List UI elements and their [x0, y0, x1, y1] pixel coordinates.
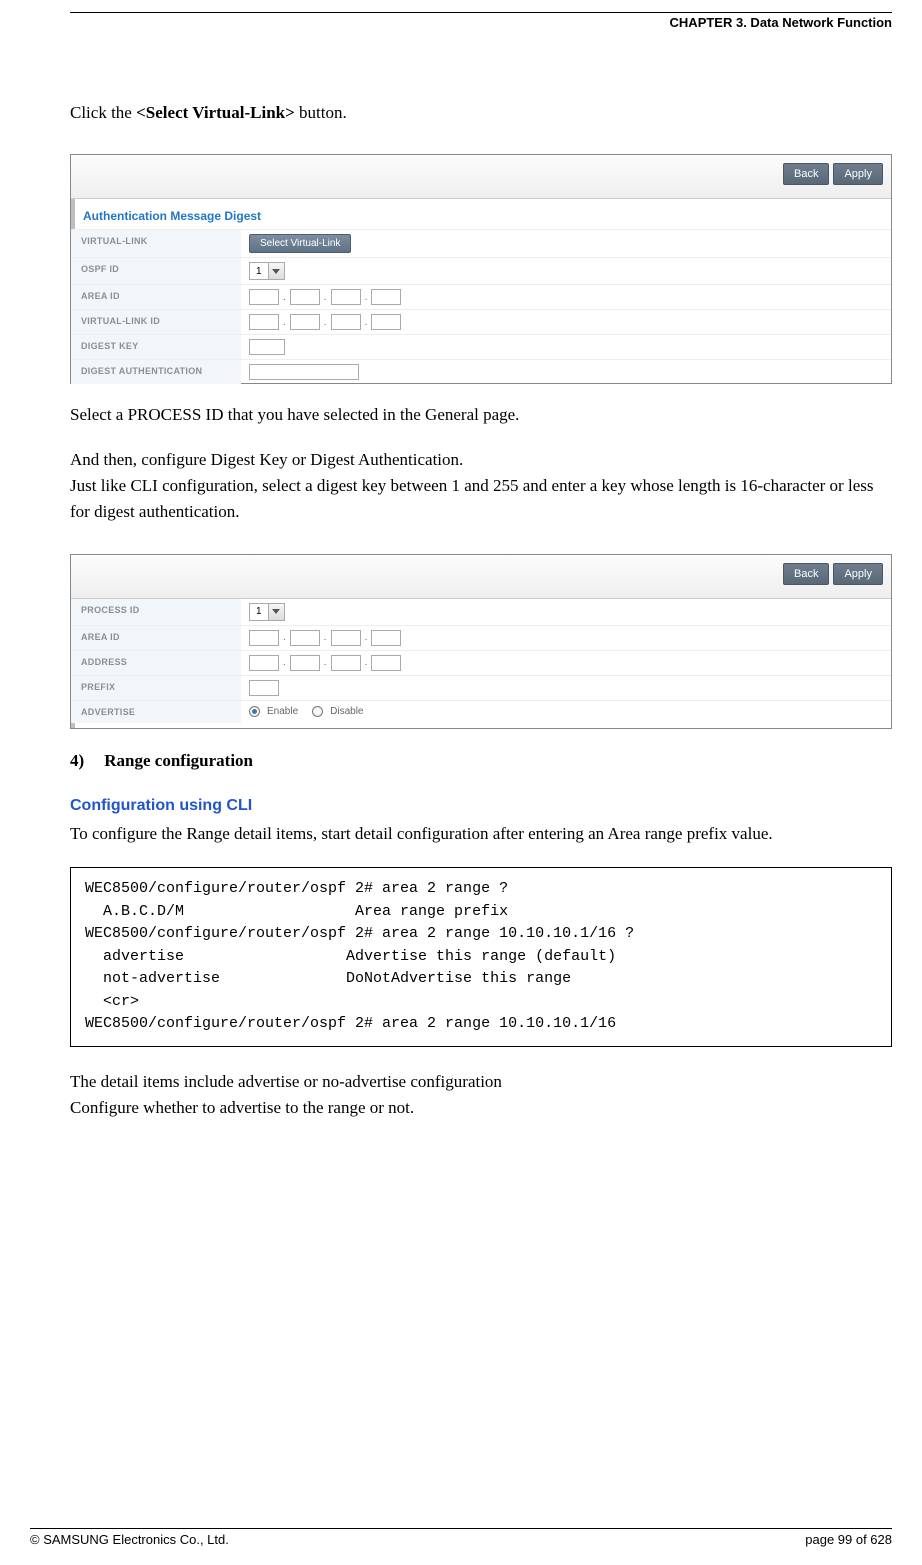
- label-prefix: PREFIX: [71, 676, 241, 700]
- footer-page-number: page 99 of 628: [805, 1532, 892, 1547]
- chevron-down-icon: [268, 604, 284, 620]
- figure-toolbar: Back Apply: [71, 555, 891, 599]
- intro-line: Click the <Select Virtual-Link> button.: [70, 100, 892, 126]
- advertise-disable-radio[interactable]: [312, 706, 323, 717]
- vlink-id-octet[interactable]: [331, 314, 361, 330]
- dot-icon: .: [283, 632, 286, 643]
- dot-icon: .: [365, 292, 368, 303]
- vlink-id-octet[interactable]: [290, 314, 320, 330]
- apply-button[interactable]: Apply: [833, 563, 883, 585]
- dot-icon: .: [283, 292, 286, 303]
- label-ospf-id: OSPF ID: [71, 258, 241, 284]
- enable-label: Enable: [267, 706, 298, 717]
- intro-bold: <Select Virtual-Link>: [136, 103, 295, 122]
- select-process-text: Select a PROCESS ID that you have select…: [70, 402, 892, 428]
- dot-icon: .: [324, 317, 327, 328]
- address-octet[interactable]: [290, 655, 320, 671]
- area-id-octet[interactable]: [371, 289, 401, 305]
- dot-icon: .: [365, 632, 368, 643]
- chevron-down-icon: [268, 263, 284, 279]
- label-virtual-link: VIRTUAL-LINK: [71, 230, 241, 257]
- back-button[interactable]: Back: [783, 563, 829, 585]
- dot-icon: .: [283, 657, 286, 668]
- range-figure: Back Apply PROCESS ID 1 AREA ID . .: [70, 554, 892, 729]
- cli-intro: To configure the Range detail items, sta…: [70, 821, 892, 847]
- area-id-octet[interactable]: [249, 630, 279, 646]
- dot-icon: .: [283, 317, 286, 328]
- outro-line-2: Configure whether to advertise to the ra…: [70, 1095, 892, 1121]
- process-id-value: 1: [250, 606, 268, 617]
- intro-prefix: Click the: [70, 103, 136, 122]
- process-id-dropdown[interactable]: 1: [249, 603, 285, 621]
- prefix-input[interactable]: [249, 680, 279, 696]
- configure-digest-text: And then, configure Digest Key or Digest…: [70, 447, 892, 473]
- digest-key-range-text: Just like CLI configuration, select a di…: [70, 473, 892, 526]
- dot-icon: .: [324, 657, 327, 668]
- figure-toolbar: Back Apply: [71, 155, 891, 199]
- address-octet[interactable]: [371, 655, 401, 671]
- heading-title: Range configuration: [104, 751, 253, 770]
- label-vlink-id: VIRTUAL-LINK ID: [71, 310, 241, 334]
- dot-icon: .: [365, 657, 368, 668]
- label-digest-key: DIGEST KEY: [71, 335, 241, 359]
- cli-subheading: Configuration using CLI: [70, 797, 892, 815]
- label-advertise: ADVERTISE: [71, 701, 241, 723]
- area-id-octet[interactable]: [331, 630, 361, 646]
- footer-copyright: © SAMSUNG Electronics Co., Ltd.: [30, 1532, 229, 1547]
- dot-icon: .: [324, 292, 327, 303]
- label-area-id: AREA ID: [71, 285, 241, 309]
- vlink-id-octet[interactable]: [249, 314, 279, 330]
- dot-icon: .: [324, 632, 327, 643]
- back-button[interactable]: Back: [783, 163, 829, 185]
- ospf-id-value: 1: [250, 266, 268, 277]
- cli-code-block: WEC8500/configure/router/ospf 2# area 2 …: [70, 867, 892, 1047]
- label-address: ADDRESS: [71, 651, 241, 675]
- outro-line-1: The detail items include advertise or no…: [70, 1069, 892, 1095]
- auth-digest-figure: Back Apply Authentication Message Digest…: [70, 154, 892, 384]
- label-process-id: PROCESS ID: [71, 599, 241, 625]
- apply-button[interactable]: Apply: [833, 163, 883, 185]
- disable-label: Disable: [330, 706, 363, 717]
- select-virtual-link-button[interactable]: Select Virtual-Link: [249, 234, 351, 253]
- area-id-octet[interactable]: [331, 289, 361, 305]
- area-id-octet[interactable]: [290, 630, 320, 646]
- address-octet[interactable]: [331, 655, 361, 671]
- area-id-octet[interactable]: [371, 630, 401, 646]
- digest-auth-input[interactable]: [249, 364, 359, 380]
- advertise-enable-radio[interactable]: [249, 706, 260, 717]
- label-area-id: AREA ID: [71, 626, 241, 650]
- label-digest-auth: DIGEST AUTHENTICATION: [71, 360, 241, 384]
- ospf-id-dropdown[interactable]: 1: [249, 262, 285, 280]
- address-octet[interactable]: [249, 655, 279, 671]
- heading-number: 4): [70, 751, 100, 771]
- range-heading: 4) Range configuration: [70, 751, 892, 771]
- running-header: CHAPTER 3. Data Network Function: [70, 15, 892, 30]
- area-id-octet[interactable]: [249, 289, 279, 305]
- vlink-id-octet[interactable]: [371, 314, 401, 330]
- intro-suffix: button.: [295, 103, 347, 122]
- dot-icon: .: [365, 317, 368, 328]
- area-id-octet[interactable]: [290, 289, 320, 305]
- digest-key-input[interactable]: [249, 339, 285, 355]
- section-title: Authentication Message Digest: [71, 199, 891, 229]
